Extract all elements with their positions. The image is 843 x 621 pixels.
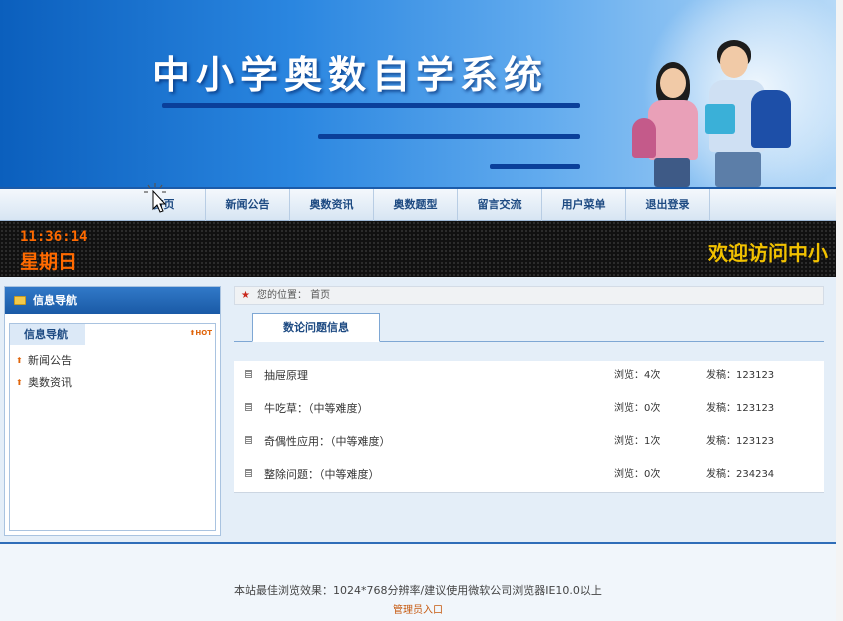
view-count: 浏览：0次 [614,403,661,414]
list-item: 牛吃草：（中等难度） 浏览：0次 发稿：123123 [234,394,824,427]
list-divider [234,492,824,493]
arrow-up-icon: ⬆ [16,378,23,387]
hot-badge: ⬆HOT [189,329,212,337]
view-count: 浏览：0次 [614,469,661,480]
author-label: 发稿：123123 [706,436,775,447]
main-panel: ★ 您的位置： 首页 数论问题信息 抽屉原理 浏览：4次 发稿：123123 牛… [234,286,824,496]
window-edge [836,0,843,621]
sidebar-tab: 信息导航 [10,324,85,345]
nav-news[interactable]: 新闻公告 [206,189,290,221]
sidebar-item-label: 奥数资讯 [28,376,72,389]
browser-recommendation-text: 本站最佳浏览效果：1024*768分辨率/建议使用微软公司浏览器IE10.0以上 [234,584,602,597]
main-nav: 首页 新闻公告 奥数资讯 奥数题型 留言交流 用户菜单 退出登录 [0,187,836,221]
article-title-link[interactable]: 整除问题：（中等难度） [264,462,380,487]
author-label: 发稿：234234 [706,469,775,480]
breadcrumb: ★ 您的位置： 首页 [234,286,824,305]
banner-stripe [318,134,580,139]
folder-icon [14,296,26,305]
header-banner: 中小学奥数自学系统 [0,0,836,187]
clock-time: 11:36:14 [20,229,88,245]
view-count: 浏览：4次 [614,370,661,381]
admin-entry-link[interactable]: 管理员入口 [0,601,836,616]
student-girl-illustration [630,60,710,187]
sidebar-header-label: 信息导航 [33,294,77,307]
banner-stripe [162,103,580,108]
tab-number-theory[interactable]: 数论问题信息 [252,313,380,342]
clock-weekday: 星期日 [20,251,78,273]
sidebar-item-olympiad-info[interactable]: ⬆ 奥数资讯 [10,372,215,394]
tab-strip: 数论问题信息 [234,313,824,342]
sidebar-header: 信息导航 [5,287,220,314]
article-list: 抽屉原理 浏览：4次 发稿：123123 牛吃草：（中等难度） 浏览：0次 发稿… [234,361,824,493]
article-title-link[interactable]: 奇偶性应用：（中等难度） [264,429,391,454]
list-item: 抽屉原理 浏览：4次 发稿：123123 [234,361,824,394]
author-label: 发稿：123123 [706,370,775,381]
nav-logout[interactable]: 退出登录 [626,189,710,221]
arrow-up-icon: ⬆ [16,356,23,365]
star-icon: ★ [241,290,250,301]
sidebar-nav-box: 信息导航 ⬆HOT ⬆ 新闻公告 ⬆ 奥数资讯 [9,323,216,531]
nav-messages[interactable]: 留言交流 [458,189,542,221]
breadcrumb-prefix: 您的位置： [257,290,307,301]
sidebar-item-news[interactable]: ⬆ 新闻公告 [10,350,215,372]
scrolling-welcome-text: 欢迎访问中小 [708,241,828,265]
list-item: 整除问题：（中等难度） 浏览：0次 发稿：234234 [234,460,824,493]
list-item: 奇偶性应用：（中等难度） 浏览：1次 发稿：123123 [234,427,824,460]
author-label: 发稿：123123 [706,403,775,414]
nav-user-menu[interactable]: 用户菜单 [542,189,626,221]
sidebar-panel: 信息导航 信息导航 ⬆HOT ⬆ 新闻公告 ⬆ 奥数资讯 [4,286,221,536]
article-title-link[interactable]: 抽屉原理 [264,363,308,388]
breadcrumb-current[interactable]: 首页 [310,290,330,301]
document-icon [245,436,252,444]
nav-problem-types[interactable]: 奥数题型 [374,189,458,221]
document-icon [245,403,252,411]
mouse-cursor-icon [144,183,167,213]
view-count: 浏览：1次 [614,436,661,447]
article-title-link[interactable]: 牛吃草：（中等难度） [264,396,369,421]
document-icon [245,469,252,477]
led-ticker-bar: 11:36:14 星期日 欢迎访问中小 [0,221,836,277]
site-title: 中小学奥数自学系统 [152,52,549,97]
student-boy-illustration [705,40,800,187]
document-icon [245,370,252,378]
footer: 本站最佳浏览效果：1024*768分辨率/建议使用微软公司浏览器IE10.0以上… [0,542,836,621]
nav-olympiad-info[interactable]: 奥数资讯 [290,189,374,221]
sidebar-item-label: 新闻公告 [28,354,72,367]
banner-stripe [490,164,580,169]
